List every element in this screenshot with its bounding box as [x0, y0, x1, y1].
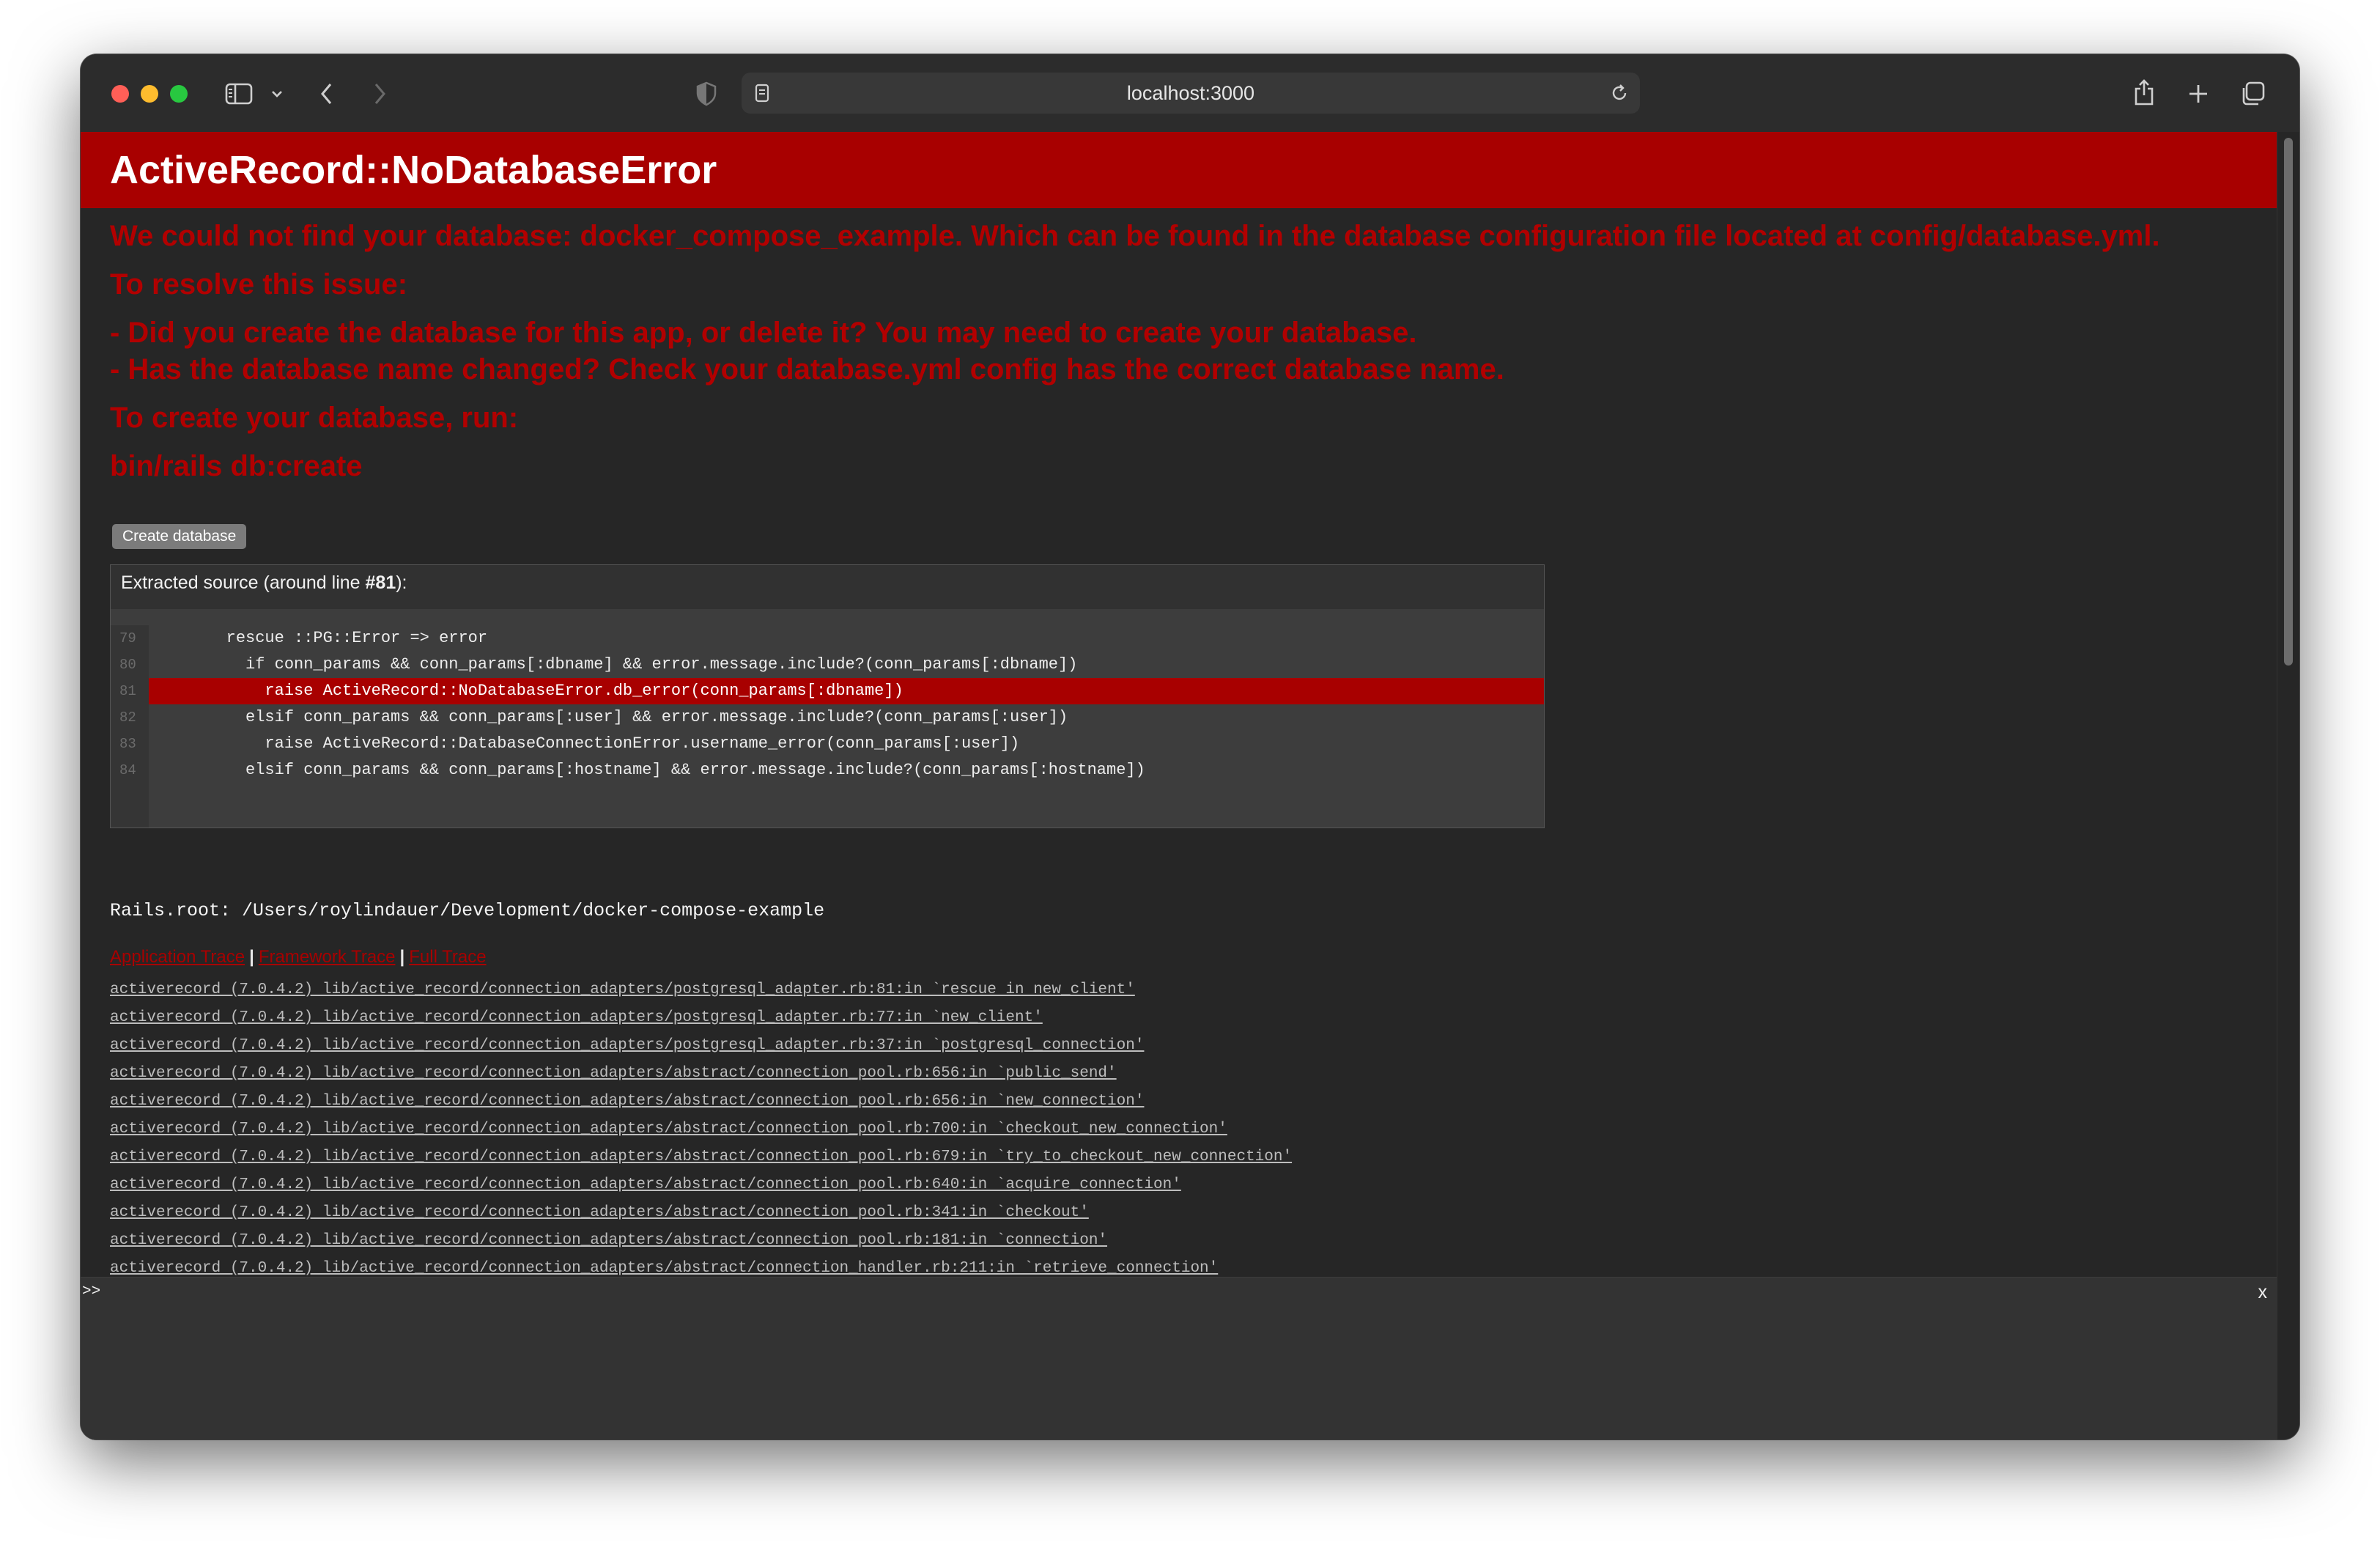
page-content: ActiveRecord::NoDatabaseError We could n… [81, 132, 2277, 1440]
trace-link[interactable]: activerecord (7.0.4.2) lib/active_record… [110, 1121, 1227, 1138]
line-number: 80 [119, 657, 136, 673]
console-input[interactable] [106, 1280, 2219, 1304]
resolve-item: - Has the database name changed? Check y… [110, 353, 1504, 386]
error-message: We could not find your database: docker_… [110, 220, 2160, 252]
scroll-thumb[interactable] [2284, 138, 2293, 666]
trace-link[interactable]: activerecord (7.0.4.2) lib/active_record… [110, 1204, 1089, 1221]
trace-separator: | [399, 947, 405, 967]
trace-link[interactable]: activerecord (7.0.4.2) lib/active_record… [110, 981, 1135, 998]
chevron-down-icon[interactable] [268, 84, 286, 104]
reload-icon[interactable] [1608, 81, 1631, 105]
resolve-heading: To resolve this issue: [110, 268, 408, 301]
code-line: elsif conn_params && conn_params[:hostna… [149, 761, 1145, 779]
line-number: 79 [119, 630, 136, 646]
error-title: ActiveRecord::NoDatabaseError [110, 148, 717, 192]
console-close-button[interactable]: x [2258, 1282, 2268, 1303]
browser-window: localhost:3000 ActiveRecord::NoDatabaseE… [81, 54, 2299, 1440]
minimize-window-button[interactable] [141, 85, 158, 103]
line-numbers: 79 80 81 82 83 84 [111, 625, 149, 828]
share-icon[interactable] [2129, 76, 2159, 108]
code-line: if conn_params && conn_params[:dbname] &… [149, 655, 1078, 674]
source-title: Extracted source (around line #81): [121, 572, 407, 593]
new-tab-icon[interactable] [2184, 79, 2213, 108]
trace-link[interactable]: activerecord (7.0.4.2) lib/active_record… [110, 1065, 1117, 1082]
back-icon[interactable] [314, 79, 340, 108]
trace-item: activerecord (7.0.4.2) lib/active_record… [110, 1032, 1292, 1060]
console-prompt: >> [82, 1283, 101, 1300]
trace-link[interactable]: activerecord (7.0.4.2) lib/active_record… [110, 1176, 1181, 1193]
code-line: raise ActiveRecord::DatabaseConnectionEr… [149, 734, 1020, 753]
code-line: elsif conn_params && conn_params[:user] … [149, 708, 1068, 726]
tab-overview-icon[interactable] [2236, 78, 2269, 110]
trace-link[interactable]: activerecord (7.0.4.2) lib/active_record… [110, 1232, 1107, 1249]
code-block: 79 80 81 82 83 84 rescue ::PG::Error => … [111, 609, 1544, 828]
resolve-item: - Did you create the database for this a… [110, 317, 1417, 349]
page-scrollbar[interactable] [2277, 132, 2299, 1440]
trace-item: activerecord (7.0.4.2) lib/active_record… [110, 1004, 1292, 1032]
web-console: >> x [81, 1277, 2277, 1440]
code-lines: rescue ::PG::Error => error if conn_para… [149, 625, 1544, 784]
extracted-source: Extracted source (around line #81): 79 8… [110, 564, 1545, 828]
error-header: ActiveRecord::NoDatabaseError [81, 132, 2277, 208]
tab-full-trace[interactable]: Full Trace [409, 947, 486, 967]
trace-link[interactable]: activerecord (7.0.4.2) lib/active_record… [110, 1149, 1292, 1165]
trace-item: activerecord (7.0.4.2) lib/active_record… [110, 1171, 1292, 1199]
trace-item: activerecord (7.0.4.2) lib/active_record… [110, 1088, 1292, 1116]
tab-framework-trace[interactable]: Framework Trace [259, 947, 396, 967]
trace-item: activerecord (7.0.4.2) lib/active_record… [110, 1143, 1292, 1171]
line-number: 84 [119, 762, 136, 778]
code-line: rescue ::PG::Error => error [149, 629, 488, 647]
trace-separator: | [249, 947, 254, 967]
create-database-button[interactable]: Create database [112, 524, 247, 549]
line-number: 82 [119, 710, 136, 726]
trace-link[interactable]: activerecord (7.0.4.2) lib/active_record… [110, 1093, 1144, 1110]
trace-link[interactable]: activerecord (7.0.4.2) lib/active_record… [110, 1260, 1218, 1277]
browser-toolbar: localhost:3000 [81, 54, 2299, 133]
address-bar[interactable]: localhost:3000 [742, 73, 1640, 114]
line-number: 81 [119, 683, 136, 699]
code-line-highlighted: raise ActiveRecord::NoDatabaseError.db_e… [149, 678, 1544, 704]
zoom-window-button[interactable] [170, 85, 188, 103]
trace-item: activerecord (7.0.4.2) lib/active_record… [110, 976, 1292, 1004]
trace-link[interactable]: activerecord (7.0.4.2) lib/active_record… [110, 1009, 1043, 1026]
sidebar-toggle-icon[interactable] [224, 79, 254, 108]
trace-item: activerecord (7.0.4.2) lib/active_record… [110, 1227, 1292, 1255]
address-text: localhost:3000 [1126, 82, 1255, 104]
close-window-button[interactable] [111, 85, 129, 103]
trace-item: activerecord (7.0.4.2) lib/active_record… [110, 1116, 1292, 1143]
tab-application-trace[interactable]: Application Trace [110, 947, 245, 967]
forward-icon[interactable] [366, 79, 393, 108]
privacy-shield-icon[interactable] [692, 79, 721, 108]
rails-root: Rails.root: /Users/roylindauer/Developme… [110, 900, 825, 921]
line-number: 83 [119, 736, 136, 752]
create-heading: To create your database, run: [110, 402, 519, 434]
trace-list: activerecord (7.0.4.2) lib/active_record… [110, 976, 1292, 1283]
trace-item: activerecord (7.0.4.2) lib/active_record… [110, 1060, 1292, 1088]
create-command: bin/rails db:create [110, 450, 363, 482]
trace-item: activerecord (7.0.4.2) lib/active_record… [110, 1199, 1292, 1227]
trace-tabs: Application Trace | Framework Trace | Full T… [110, 947, 487, 968]
trace-link[interactable]: activerecord (7.0.4.2) lib/active_record… [110, 1037, 1144, 1054]
